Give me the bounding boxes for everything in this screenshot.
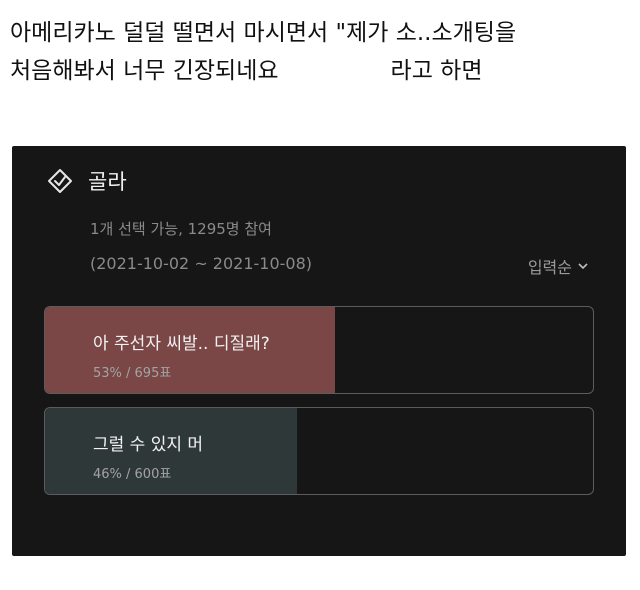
checkmark-diamond-icon: [46, 167, 74, 195]
poll-option-1-label: 아 주선자 씨발.. 디질래?: [93, 334, 270, 354]
poll-participation-info: 1개 선택 가능, 1295명 참여: [90, 220, 272, 238]
poll-date-range: (2021-10-02 ~ 2021-10-08): [90, 254, 313, 273]
sort-label: 입력순: [527, 258, 572, 277]
caption-text: 아메리카노 덜덜 떨면서 마시면서 "제가 소..소개팅을 처음해봐서 너무 긴…: [10, 14, 630, 90]
sort-dropdown[interactable]: 입력순: [528, 254, 588, 278]
poll-panel: 골라 1개 선택 가능, 1295명 참여 (2021-10-02 ~ 2021…: [12, 146, 626, 556]
poll-title: 골라: [88, 170, 127, 194]
caption-line-1: 아메리카노 덜덜 떨면서 마시면서 "제가 소..소개팅을: [10, 20, 517, 46]
poll-option-2-stats: 46% / 600표: [93, 467, 172, 482]
chevron-down-icon: [578, 259, 588, 273]
caption-line-2-tail: 라고 하면: [390, 58, 483, 84]
poll-option-2[interactable]: 그럴 수 있지 머 46% / 600표: [44, 407, 594, 495]
poll-header: 골라: [46, 165, 127, 197]
poll-option-1[interactable]: 아 주선자 씨발.. 디질래? 53% / 695표: [44, 306, 594, 394]
caption-line-2-text: 처음해봐서 너무 긴장되네요: [10, 58, 279, 84]
poll-option-1-stats: 53% / 695표: [93, 366, 172, 381]
caption-line-2: 처음해봐서 너무 긴장되네요 라고 하면: [10, 52, 630, 90]
poll-option-2-label: 그럴 수 있지 머: [93, 435, 204, 455]
